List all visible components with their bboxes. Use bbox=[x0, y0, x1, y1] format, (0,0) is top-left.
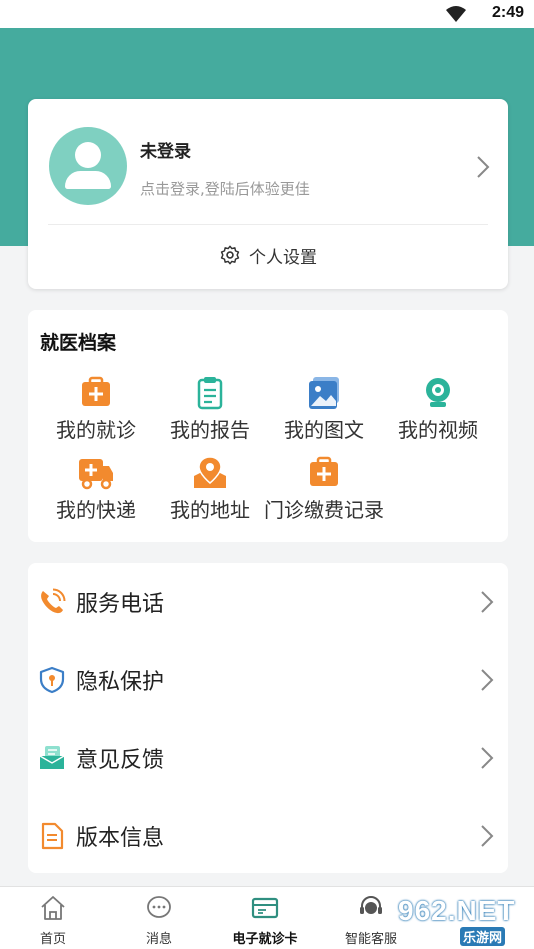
service-icon bbox=[360, 896, 382, 914]
settings-menu-card: 服务电话 隐私保护 意见反馈 版本信息 bbox=[28, 563, 508, 873]
phone-icon bbox=[41, 588, 66, 614]
tab-messages[interactable]: 消息 bbox=[106, 893, 212, 947]
camera-icon bbox=[426, 378, 450, 407]
tab-label: 首页 bbox=[39, 932, 66, 947]
menu-label: 隐私保护 bbox=[76, 670, 165, 695]
record-item-outpatient-payment[interactable]: 门诊缴费记录 bbox=[264, 456, 384, 526]
wifi-icon bbox=[446, 6, 466, 22]
tab-label: 消息 bbox=[145, 932, 172, 947]
avatar[interactable] bbox=[49, 127, 127, 205]
chevron-right-icon bbox=[481, 591, 494, 613]
image-icon bbox=[309, 377, 339, 409]
shield-icon bbox=[39, 666, 65, 694]
settings-label: 个人设置 bbox=[249, 247, 317, 268]
watermark-text: 962.NET bbox=[398, 895, 516, 926]
menu-label: 意见反馈 bbox=[76, 748, 165, 773]
feedback-icon bbox=[39, 746, 65, 769]
message-icon bbox=[147, 896, 171, 918]
site-watermark: 962.NET 乐游网 bbox=[398, 895, 530, 946]
menu-label: 服务电话 bbox=[76, 592, 165, 617]
document-icon bbox=[41, 822, 64, 850]
record-label: 门诊缴费记录 bbox=[264, 498, 384, 522]
tab-label: 电子就诊卡 bbox=[232, 932, 298, 947]
user-icon-body bbox=[65, 171, 111, 189]
chevron-right-icon bbox=[481, 825, 494, 847]
medical-case-icon bbox=[82, 376, 110, 406]
tab-e-card[interactable]: 电子就诊卡 bbox=[212, 893, 318, 947]
profile-card[interactable]: 未登录 点击登录,登陆后体验更佳 个人设置 bbox=[28, 99, 508, 289]
menu-item-service-phone[interactable]: 服务电话 bbox=[28, 563, 508, 641]
gear-icon bbox=[220, 245, 240, 265]
tab-home[interactable]: 首页 bbox=[0, 893, 106, 947]
menu-item-privacy[interactable]: 隐私保护 bbox=[28, 641, 508, 719]
menu-item-feedback[interactable]: 意见反馈 bbox=[28, 719, 508, 797]
watermark-subtext: 乐游网 bbox=[460, 927, 506, 946]
personal-settings-button[interactable]: 个人设置 bbox=[28, 239, 508, 271]
chevron-right-icon[interactable] bbox=[476, 155, 490, 179]
home-icon bbox=[41, 896, 65, 920]
user-name[interactable]: 未登录 bbox=[140, 137, 191, 162]
record-label: 我的视频 bbox=[398, 418, 478, 442]
chevron-right-icon bbox=[481, 669, 494, 691]
status-bar: 2:49 bbox=[0, 0, 534, 28]
location-pin-icon bbox=[194, 456, 226, 488]
record-item-my-videos[interactable]: 我的视频 bbox=[381, 376, 495, 446]
user-icon bbox=[75, 142, 101, 168]
menu-label: 版本信息 bbox=[76, 826, 165, 851]
login-hint: 点击登录,登陆后体验更佳 bbox=[140, 180, 310, 198]
menu-item-version-info[interactable]: 版本信息 bbox=[28, 797, 508, 875]
card-icon bbox=[251, 897, 279, 919]
section-title: 就医档案 bbox=[40, 332, 117, 354]
chevron-right-icon bbox=[481, 747, 494, 769]
divider bbox=[48, 224, 488, 225]
clipboard-icon bbox=[197, 377, 223, 410]
medical-records-card: 就医档案 我的就诊 我的报告 我的图文 我的视频 我的快递 我的地址 门诊缴费记… bbox=[28, 310, 508, 542]
medical-case-icon bbox=[310, 456, 338, 486]
status-time: 2:49 bbox=[491, 4, 524, 21]
delivery-truck-icon bbox=[79, 459, 113, 490]
